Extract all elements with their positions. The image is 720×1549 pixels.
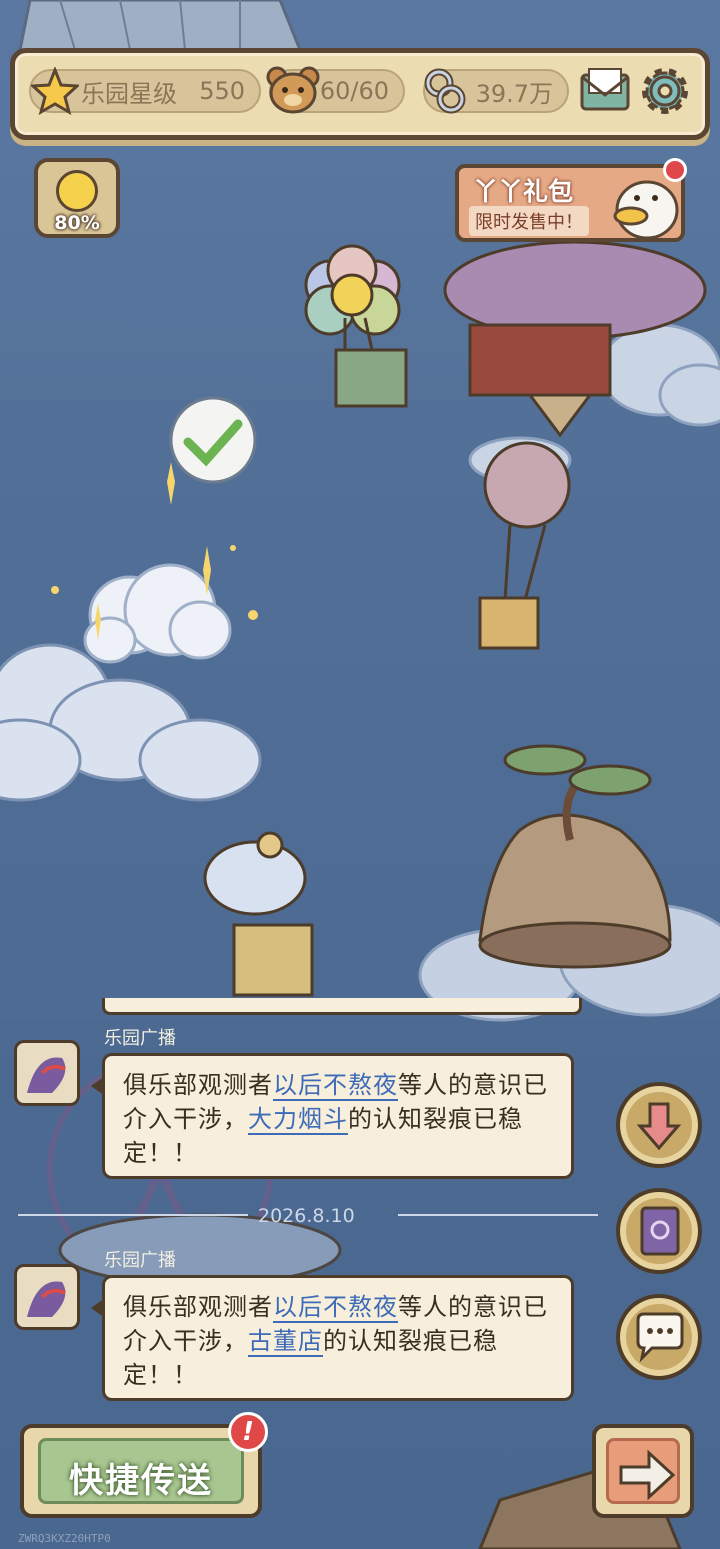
teleport-label: 快捷传送: [69, 1461, 213, 1501]
notification-dot: [663, 158, 687, 182]
avatar[interactable]: [14, 1040, 80, 1106]
park-star-label: 乐园星级: [81, 79, 177, 108]
chat-text: 俱乐部观测者: [123, 1071, 273, 1099]
chain-icon: [424, 68, 466, 114]
arrow-right-icon: [619, 1449, 676, 1501]
chat-sender: 乐园广播: [104, 1028, 176, 1049]
scroll-down-button[interactable]: [616, 1082, 702, 1168]
bear-icon: [266, 66, 320, 114]
arrow-down-icon: [636, 1102, 682, 1151]
bear-pill[interactable]: 60/60: [266, 66, 405, 114]
player-link[interactable]: 以后不熬夜: [273, 1071, 398, 1101]
player-link[interactable]: 以后不熬夜: [273, 1293, 398, 1323]
game-scene: 乐园星级 550 60/60 39.7万 80% 丫丫礼包 限时发售中！ 乐园广…: [0, 0, 720, 1549]
chain-pill[interactable]: 39.7万: [423, 68, 569, 114]
next-button[interactable]: [592, 1424, 694, 1518]
gear-icon[interactable]: [639, 65, 691, 117]
bear-value: 60/60: [319, 77, 389, 105]
smile-icon: [56, 170, 98, 212]
chat-sender: 乐园广播: [104, 1250, 176, 1271]
chat-bubble: 俱乐部观测者以后不熬夜等人的意识已介入干涉，古董店的认知裂痕已稳定！！: [91, 1275, 574, 1401]
divider: [18, 1214, 248, 1216]
park-star-value: 550: [199, 77, 245, 105]
location-link[interactable]: 大力烟斗: [248, 1105, 348, 1135]
divider: [398, 1214, 598, 1216]
chat-previous-edge: [102, 998, 582, 1015]
book-icon: [640, 1206, 680, 1256]
gift-subtitle: 限时发售中！: [469, 206, 589, 236]
quick-teleport-button[interactable]: 快捷传送: [20, 1424, 262, 1518]
speech-bubble-icon: [636, 1312, 684, 1363]
alert-badge: !: [228, 1412, 268, 1452]
chat-date: 2026.8.10: [258, 1205, 355, 1227]
mood-percent: 80%: [54, 212, 100, 234]
button-face: 快捷传送: [38, 1438, 244, 1504]
book-button[interactable]: [616, 1188, 702, 1274]
star-icon: [31, 67, 79, 115]
button-face: [606, 1438, 680, 1504]
gift-title: 丫丫礼包: [473, 177, 574, 206]
gift-pack-banner[interactable]: 丫丫礼包 限时发售中！: [455, 158, 687, 242]
mail-icon[interactable]: [579, 67, 631, 115]
mood-indicator[interactable]: 80%: [34, 158, 120, 238]
location-link[interactable]: 古董店: [248, 1327, 323, 1357]
chat-text: 俱乐部观测者: [123, 1293, 273, 1321]
avatar[interactable]: [14, 1264, 80, 1330]
park-star-pill[interactable]: 乐园星级 550: [29, 67, 261, 115]
chat-button[interactable]: [616, 1294, 702, 1380]
chat-bubble: 俱乐部观测者以后不熬夜等人的意识已介入干涉，大力烟斗的认知裂痕已稳定！！: [91, 1053, 574, 1179]
chain-value: 39.7万: [475, 79, 553, 108]
device-code: ZWRQ3KXZ20HTP0: [18, 1532, 111, 1545]
resource-bar: 乐园星级 550 60/60 39.7万: [10, 48, 710, 140]
